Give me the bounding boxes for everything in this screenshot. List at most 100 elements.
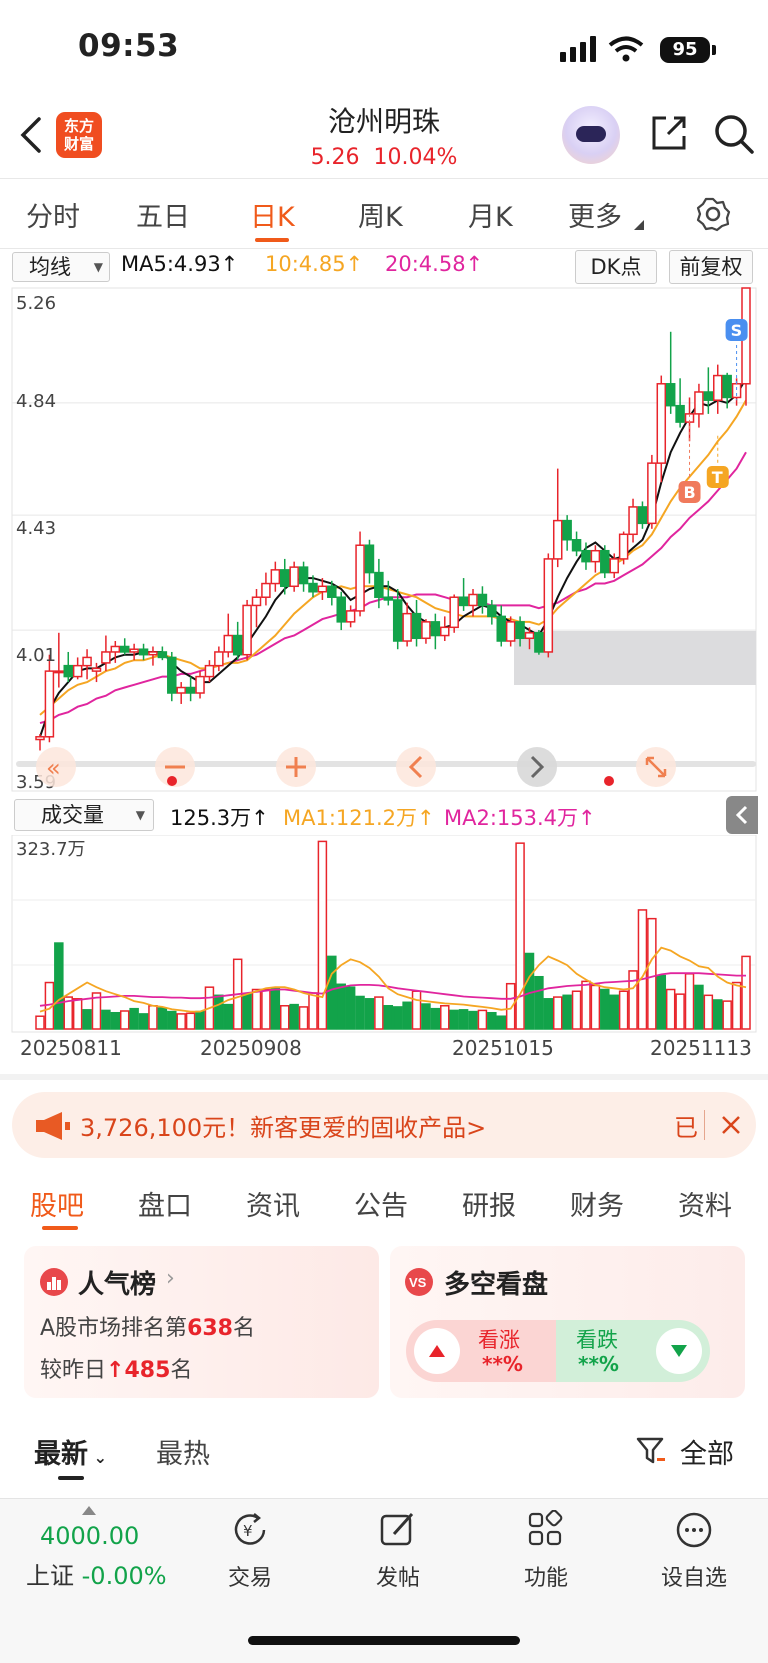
volume-bar [703,994,714,1030]
candle [110,645,121,653]
grid-icon [528,1510,563,1546]
filter-icon[interactable] [636,1436,666,1466]
volume-bar [336,983,346,1030]
volume-bar [110,1011,121,1030]
price-axis-label: 4.01 [16,645,56,666]
candle [562,519,572,541]
volume-bar [72,998,83,1030]
tab-monthly-k[interactable]: 月K [468,195,513,234]
candle [628,506,638,536]
chevron-right-icon: › [166,1266,175,1291]
tab-guba[interactable]: 股吧 [30,1184,84,1223]
candle [637,506,648,525]
close-icon[interactable] [720,1114,742,1136]
tab-profile[interactable]: 资料 [678,1184,732,1223]
date-label: 20250908 [200,1036,302,1060]
volume-bar [129,1007,139,1030]
adjust-button[interactable]: 前复权 [669,250,753,284]
index-name: 上证 [26,1562,74,1590]
active-tab-indicator [255,238,289,242]
candle [543,558,554,653]
candle [694,391,704,415]
volume-bar [261,988,271,1030]
tab-research[interactable]: 研报 [462,1184,516,1223]
share-icon[interactable] [648,112,690,154]
volume-bar [308,992,318,1030]
volume-bar [656,974,667,1030]
candle [609,558,619,574]
volume-bar [195,1010,205,1030]
volume-chart[interactable]: 323.7万 [0,835,768,1035]
price-axis-label: 4.43 [16,518,56,539]
rank-change-line: 较昨日↑485名 [40,1358,193,1383]
bear-button[interactable]: 看跌 **% [556,1320,710,1382]
sentiment-card[interactable]: VS 多空看盘 看涨 **% 看跌 **% [390,1246,745,1398]
candle [383,596,394,601]
tab-news[interactable]: 资讯 [246,1184,300,1223]
tab-weekly-k[interactable]: 周K [358,195,403,234]
feed-tab-hot[interactable]: 最热 [156,1432,210,1471]
bear-value: **% [578,1352,619,1376]
filter-all[interactable]: 全部 [680,1432,734,1471]
volume-bar [327,955,337,1030]
bull-button[interactable]: 看涨 **% [406,1320,556,1382]
candle [355,544,365,612]
promo-banner[interactable]: 3,726,100元！新客更爱的固收产品> 已 [12,1092,756,1158]
stock-change-pct: 10.04% [373,145,458,170]
stock-price: 5.26 [310,145,360,170]
tab-finance[interactable]: 财务 [570,1184,624,1223]
assistant-avatar[interactable] [562,106,620,164]
volume-bar [741,955,751,1030]
volume-ma2-label: MA2:153.4万↑ [444,806,596,830]
feed-tab-latest[interactable]: 最新 ⌄ [34,1432,107,1471]
candle [552,519,563,560]
trade-icon: ¥ [234,1513,266,1545]
index-value[interactable]: 4000.00 [40,1522,139,1550]
volume-indicator-select[interactable]: 成交量 ▼ [14,799,154,831]
index-summary[interactable]: 上证 -0.00% [26,1556,167,1591]
collapse-panel-button[interactable] [726,796,758,834]
kline-chart[interactable]: SBT 5.26 4.84 4.43 4.01 3.59 « [0,285,768,795]
signal-icon [560,36,596,62]
popularity-card[interactable]: 人气榜 › A股市场排名第638名 较昨日↑485名 [24,1246,379,1398]
ranking-icon [40,1268,68,1296]
volume-bar [138,1013,149,1030]
post-button[interactable]: 发帖 [338,1510,458,1600]
volume-bar [543,998,554,1030]
dk-point-button[interactable]: DK点 [575,250,657,284]
functions-button[interactable]: 功能 [486,1510,606,1600]
search-icon[interactable] [712,112,756,156]
tab-intraday[interactable]: 分时 [26,195,80,234]
settings-icon[interactable] [695,196,731,232]
candle [298,566,309,585]
volume-bar [214,994,224,1030]
add-watchlist-button[interactable]: 设自选 [634,1510,754,1600]
candle [458,596,469,607]
volume-bar [298,1006,309,1030]
volume-max-label: 323.7万 [16,839,86,860]
indicator-select[interactable]: 均线 ▼ [12,252,110,282]
candle [364,544,375,574]
rank-line: A股市场排名第638名 [40,1316,256,1341]
candle [82,656,92,667]
candle [138,648,149,656]
volume-bar [176,1013,186,1030]
right-arrow-icon[interactable] [517,747,557,787]
candle [647,462,657,525]
candle [600,549,610,574]
sell-marker-label: S [731,321,743,340]
candle [722,374,732,399]
candle [242,604,252,656]
tab-five-day[interactable]: 五日 [136,195,190,234]
trade-button[interactable]: ¥ 交易 [190,1510,310,1600]
volume-bar [713,999,723,1030]
tab-announcement[interactable]: 公告 [354,1184,408,1223]
volume-bar [552,996,563,1030]
take-profit-marker-label: T [712,468,723,487]
left-arrow-icon[interactable] [396,747,436,787]
tab-daily-k[interactable]: 日K [250,195,295,234]
volume-bar [167,1010,177,1030]
tab-more[interactable]: 更多 [568,195,622,234]
tab-pankou[interactable]: 盘口 [138,1184,192,1223]
caret-up-icon [82,1506,96,1515]
